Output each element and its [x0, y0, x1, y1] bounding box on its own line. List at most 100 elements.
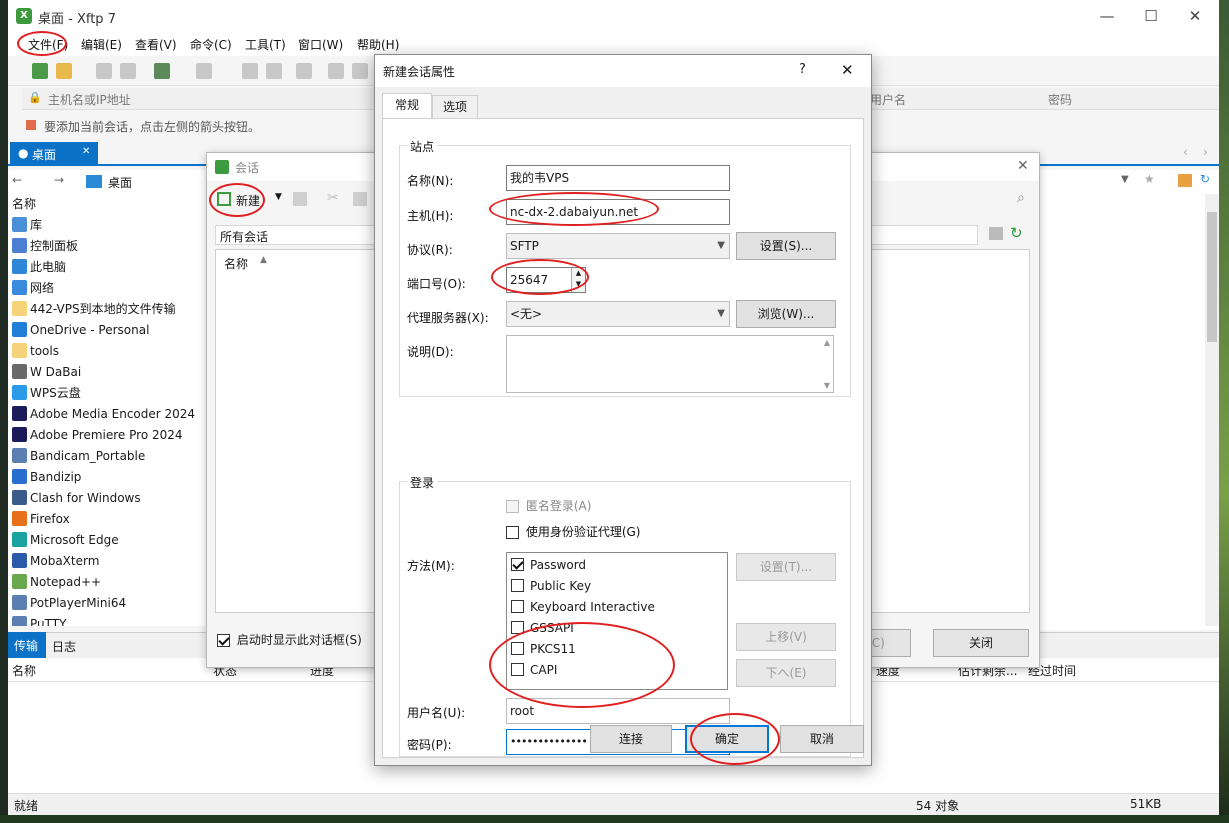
auth-method-checkbox[interactable]: [511, 579, 524, 592]
protocol-select[interactable]: SFTP ▼: [506, 233, 730, 259]
username-input[interactable]: 用户名: [870, 91, 906, 108]
menu-edit[interactable]: 编辑(E): [81, 36, 122, 53]
cancel-button[interactable]: 取消: [780, 725, 864, 753]
auth-method-item[interactable]: Public Key: [507, 575, 727, 596]
new-session-button[interactable]: 新建: [236, 192, 260, 209]
ok-button[interactable]: 确定: [685, 725, 769, 753]
auth-method-checkbox[interactable]: [511, 621, 524, 634]
menu-tools[interactable]: 工具(T): [245, 36, 286, 53]
file-item[interactable]: Notepad++: [8, 571, 208, 592]
file-item[interactable]: Bandizip: [8, 466, 208, 487]
copy-session-icon[interactable]: [353, 192, 367, 206]
favorite-star-icon[interactable]: ★: [1144, 172, 1155, 186]
sessions-close-icon[interactable]: ✕: [1017, 158, 1029, 174]
auth-method-checkbox[interactable]: [511, 558, 524, 571]
port-stepper[interactable]: ▲ ▼: [571, 268, 585, 292]
help-button[interactable]: ?: [799, 62, 806, 77]
file-item[interactable]: 库: [8, 214, 208, 235]
file-item[interactable]: tools: [8, 340, 208, 361]
cut-icon[interactable]: ✂: [327, 190, 339, 206]
file-item[interactable]: WPS云盘: [8, 382, 208, 403]
back-icon[interactable]: ←: [12, 173, 22, 187]
sync-icon[interactable]: [296, 63, 312, 79]
scroll-down-icon[interactable]: ▼: [824, 381, 830, 390]
tab-transfer[interactable]: 传输: [8, 632, 46, 658]
host-input[interactable]: 主机名或IP地址: [48, 91, 131, 108]
use-agent-row[interactable]: 使用身份验证代理(G): [506, 523, 641, 540]
auth-method-item[interactable]: Password: [507, 554, 727, 575]
menu-help[interactable]: 帮助(H): [357, 36, 399, 53]
auth-method-item[interactable]: PKCS11: [507, 638, 727, 659]
file-item[interactable]: Bandicam_Portable: [8, 445, 208, 466]
tab-local-desktop[interactable]: ● 桌面 ✕: [10, 142, 98, 166]
tab-next-icon[interactable]: ›: [1203, 145, 1208, 159]
scroll-up-icon[interactable]: ▲: [824, 338, 830, 347]
forward-icon[interactable]: →: [54, 173, 64, 187]
move-up-button[interactable]: 上移(V): [736, 623, 836, 651]
file-item[interactable]: PotPlayerMini64: [8, 592, 208, 613]
username-input[interactable]: root: [506, 698, 730, 724]
file-item[interactable]: OneDrive - Personal: [8, 319, 208, 340]
file-item[interactable]: PuTTY: [8, 613, 208, 626]
file-item[interactable]: Adobe Media Encoder 2024: [8, 403, 208, 424]
tab-log[interactable]: 日志: [52, 638, 76, 655]
menu-window[interactable]: 窗口(W): [298, 36, 343, 53]
folder-name[interactable]: 所有会话: [220, 228, 268, 245]
connect-button[interactable]: 连接: [590, 725, 672, 753]
host-input[interactable]: nc-dx-2.dabaiyun.net: [506, 199, 730, 225]
auth-method-checkbox[interactable]: [511, 642, 524, 655]
sessions-close-button[interactable]: 关闭: [933, 629, 1029, 657]
new-dropdown-icon[interactable]: ▼: [275, 192, 282, 202]
menu-file[interactable]: 文件(F): [28, 36, 68, 53]
link-icon[interactable]: [96, 63, 112, 79]
copy-icon[interactable]: [328, 63, 344, 79]
password-input[interactable]: 密码: [1048, 91, 1072, 108]
file-item[interactable]: Clash for Windows: [8, 487, 208, 508]
path-dropdown-icon[interactable]: ▼: [1121, 174, 1129, 185]
file-item[interactable]: Firefox: [8, 508, 208, 529]
description-textarea[interactable]: ▲ ▼: [506, 335, 834, 393]
download-icon[interactable]: [266, 63, 282, 79]
tab-prev-icon[interactable]: ‹: [1183, 145, 1188, 159]
file-item[interactable]: 此电脑: [8, 256, 208, 277]
file-item[interactable]: Microsoft Edge: [8, 529, 208, 550]
method-settings-button[interactable]: 设置(T)...: [736, 553, 836, 581]
proxy-browse-button[interactable]: 浏览(W)...: [736, 300, 836, 328]
sessions-list-header[interactable]: 名称: [224, 255, 248, 272]
minimize-button[interactable]: —: [1085, 4, 1129, 28]
new-session-icon[interactable]: [32, 63, 48, 79]
file-item[interactable]: MobaXterm: [8, 550, 208, 571]
maximize-button[interactable]: ☐: [1129, 4, 1173, 28]
file-item[interactable]: 控制面板: [8, 235, 208, 256]
paste-icon[interactable]: [352, 63, 368, 79]
new-session-icon[interactable]: [217, 192, 231, 206]
properties-icon[interactable]: [154, 63, 170, 79]
tab-options[interactable]: 选项: [432, 95, 478, 119]
session-name-input[interactable]: 我的韦VPS: [506, 165, 730, 191]
unlink-icon[interactable]: [120, 63, 136, 79]
menu-view[interactable]: 查看(V): [135, 36, 177, 53]
menu-command[interactable]: 命令(C): [190, 36, 232, 53]
auth-method-item[interactable]: GSSAPI: [507, 617, 727, 638]
anonymous-login-checkbox[interactable]: [506, 500, 519, 513]
sessions-refresh-icon[interactable]: ↻: [1010, 224, 1023, 242]
close-window-button[interactable]: ✕: [1173, 4, 1217, 28]
use-agent-checkbox[interactable]: [506, 526, 519, 539]
file-item[interactable]: W DaBai: [8, 361, 208, 382]
properties-close-icon[interactable]: ✕: [841, 61, 854, 79]
delete-session-icon[interactable]: [293, 192, 307, 206]
file-list-scrollbar[interactable]: [1205, 194, 1219, 626]
auth-method-item[interactable]: Keyboard Interactive: [507, 596, 727, 617]
auth-method-item[interactable]: CAPI: [507, 659, 727, 680]
scrollbar-thumb[interactable]: [1207, 212, 1217, 342]
name-column-header[interactable]: 名称: [8, 194, 208, 214]
transfer-col-name[interactable]: 名称: [12, 662, 36, 679]
upload-icon[interactable]: [242, 63, 258, 79]
refresh-icon[interactable]: ↻: [1200, 172, 1210, 186]
sessions-search-icon[interactable]: ⌕: [1017, 190, 1025, 206]
auth-method-checkbox[interactable]: [511, 663, 524, 676]
anonymous-login-row[interactable]: 匿名登录(A): [506, 497, 591, 514]
file-item[interactable]: Adobe Premiere Pro 2024: [8, 424, 208, 445]
add-session-arrow-icon[interactable]: [26, 120, 36, 130]
show-on-start-checkbox[interactable]: [217, 634, 230, 647]
